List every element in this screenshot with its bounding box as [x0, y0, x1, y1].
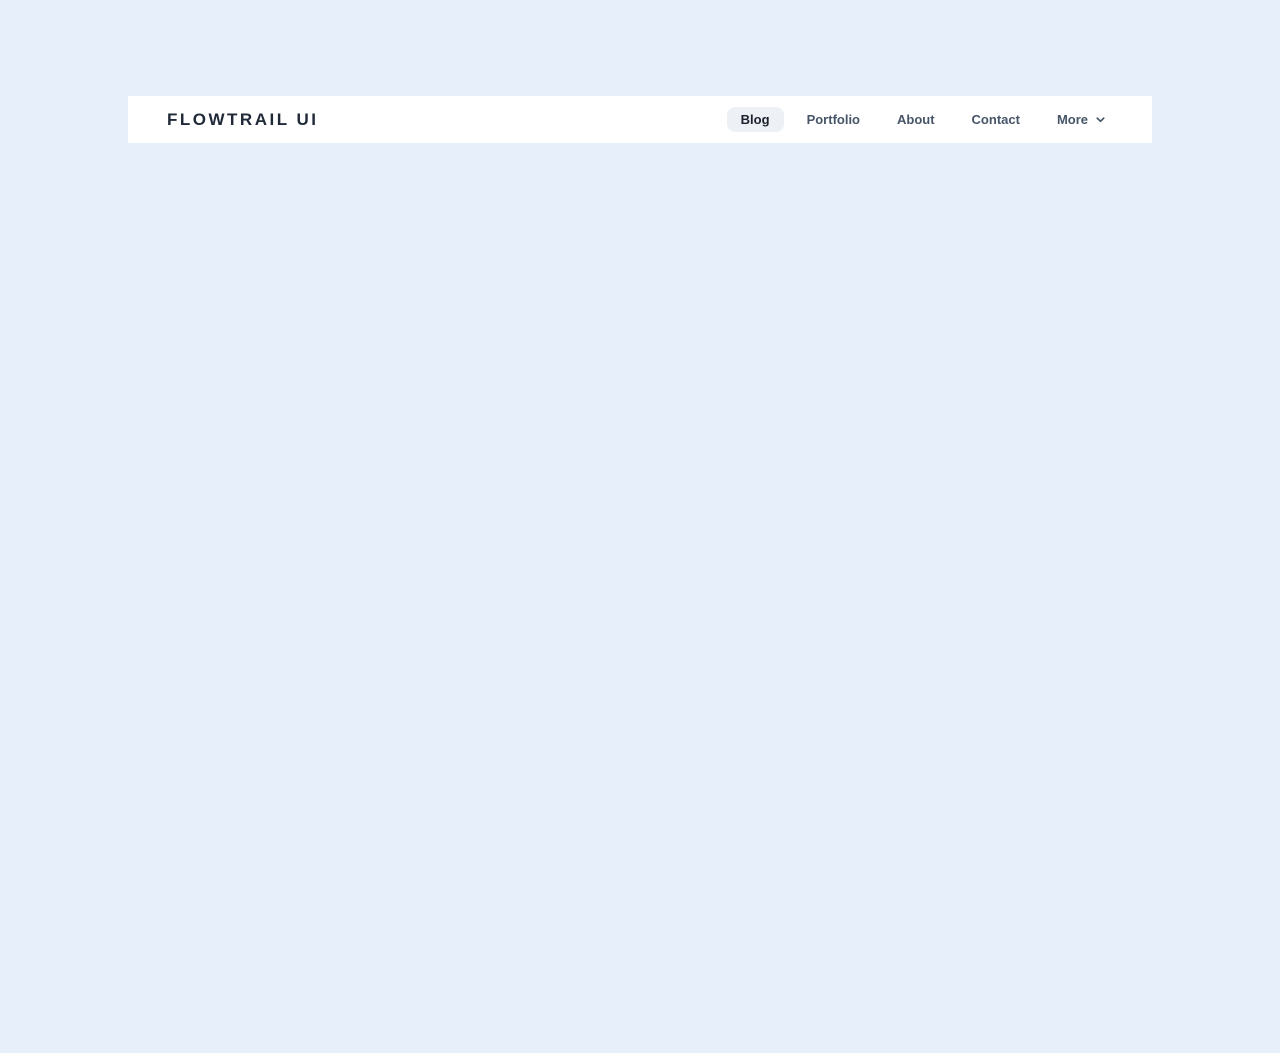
nav-item-contact[interactable]: Contact: [958, 107, 1034, 132]
nav-item-more-label: More: [1056, 112, 1088, 127]
logo[interactable]: FLOWTRAIL UI: [167, 110, 319, 130]
chevron-down-icon: [1095, 114, 1106, 125]
nav-menu: Blog Portfolio About Contact More: [726, 107, 1120, 132]
nav-item-more[interactable]: More: [1043, 107, 1120, 132]
nav-item-portfolio[interactable]: Portfolio: [793, 107, 874, 132]
nav-item-blog[interactable]: Blog: [726, 107, 784, 132]
top-navbar: FLOWTRAIL UI Blog Portfolio About Contac…: [128, 96, 1152, 143]
nav-item-about[interactable]: About: [883, 107, 949, 132]
